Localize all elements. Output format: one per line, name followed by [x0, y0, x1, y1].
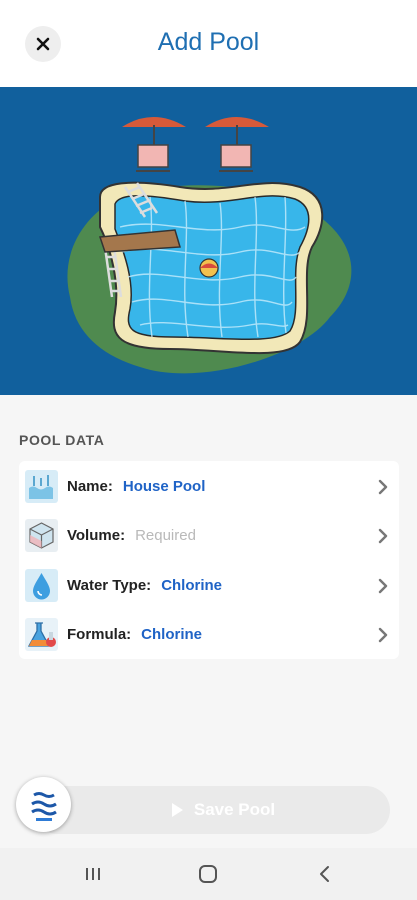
- pool-water-logo-icon: [30, 791, 57, 821]
- pool-volume-row[interactable]: Volume: Required: [19, 511, 399, 561]
- system-navigation-bar: [0, 848, 417, 900]
- app-badge-button[interactable]: [16, 777, 71, 832]
- umbrella-left: [122, 117, 186, 172]
- name-label: Name:: [67, 478, 113, 495]
- section-title-pool-data: POOL DATA: [19, 432, 105, 448]
- home-icon[interactable]: [195, 862, 221, 886]
- flask-icon: [25, 618, 58, 651]
- play-icon: [171, 803, 183, 817]
- water-drop-icon: [25, 569, 58, 602]
- umbrella-right: [205, 117, 269, 172]
- volume-label: Volume:: [67, 527, 126, 544]
- pool-hero-image: [0, 87, 417, 395]
- pool-formula-row[interactable]: Formula: Chlorine: [19, 610, 399, 660]
- save-pool-label: Save Pool: [193, 800, 276, 819]
- chevron-right-icon: [378, 578, 388, 594]
- save-pool-button[interactable]: Save Pool: [33, 786, 390, 834]
- recent-apps-icon[interactable]: [80, 862, 106, 886]
- page-title: Add Pool: [157, 28, 260, 56]
- pool-data-card: Name: House Pool Volume: Required Water Ty…: [19, 461, 399, 659]
- formula-value: Chlorine: [141, 626, 203, 643]
- chevron-right-icon: [378, 627, 388, 643]
- water-type-value: Chlorine: [161, 577, 223, 594]
- app-header: Add Pool: [0, 0, 417, 87]
- chevron-right-icon: [378, 479, 388, 495]
- pool-name-row[interactable]: Name: House Pool: [19, 462, 399, 512]
- chevron-right-icon: [378, 528, 388, 544]
- pool-water-type-row[interactable]: Water Type: Chlorine: [19, 561, 399, 611]
- volume-value: Required: [135, 527, 196, 544]
- name-value: House Pool: [122, 478, 206, 495]
- pool-illustration: [67, 117, 352, 374]
- water-level-icon: [25, 470, 58, 503]
- back-icon[interactable]: [312, 862, 338, 886]
- water-type-label: Water Type:: [67, 577, 152, 594]
- formula-label: Formula:: [67, 626, 132, 643]
- cube-icon: [25, 519, 58, 552]
